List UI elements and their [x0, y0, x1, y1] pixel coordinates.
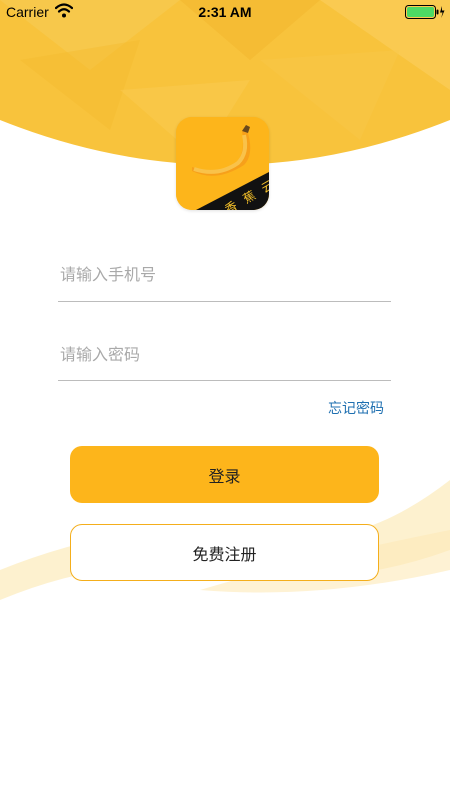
register-button-label: 免费注册 — [192, 544, 257, 564]
phone-field — [58, 248, 395, 302]
battery-icon — [405, 5, 445, 19]
status-bar: Carrier 2:31 AM — [0, 0, 450, 24]
login-button[interactable]: 登录 — [70, 446, 379, 503]
phone-input[interactable] — [58, 248, 395, 301]
register-button[interactable]: 免费注册 — [70, 524, 379, 581]
clock: 2:31 AM — [198, 4, 252, 20]
forgot-password-link[interactable]: 忘记密码 — [328, 398, 384, 418]
app-logo: 香蕉云 — [176, 117, 269, 210]
login-button-label: 登录 — [208, 466, 241, 486]
password-input[interactable] — [58, 328, 395, 380]
password-field — [58, 328, 395, 381]
